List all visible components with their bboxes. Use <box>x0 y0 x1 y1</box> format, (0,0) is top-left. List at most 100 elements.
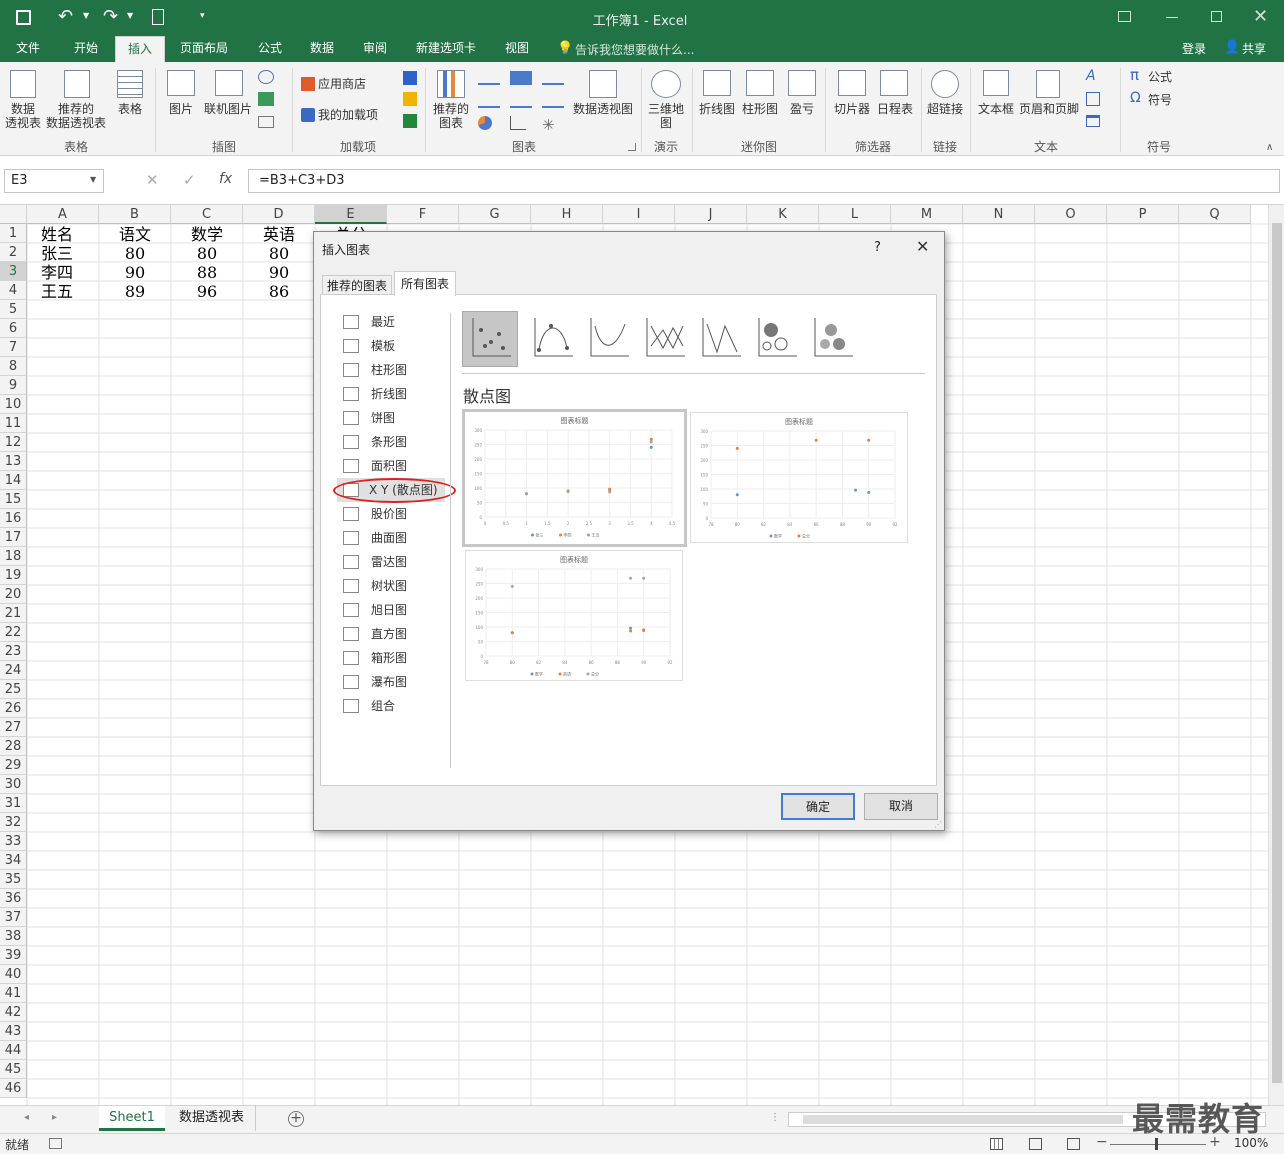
row-header[interactable]: 16 <box>0 509 27 528</box>
cell[interactable]: 李四 <box>21 263 93 282</box>
name-box[interactable]: E3 <box>4 169 104 193</box>
row-header[interactable]: 31 <box>0 794 27 813</box>
row-header[interactable]: 24 <box>0 661 27 680</box>
row-header[interactable]: 7 <box>0 338 27 357</box>
cell[interactable]: 88 <box>171 263 243 282</box>
cell[interactable]: 张三 <box>21 244 93 263</box>
row-header[interactable]: 28 <box>0 737 27 756</box>
cell[interactable]: 86 <box>243 282 315 301</box>
normal-view-icon[interactable] <box>990 1138 1003 1150</box>
smartart-icon[interactable] <box>258 92 274 106</box>
online-picture-button[interactable]: 联机图片 <box>200 102 256 116</box>
pivot-table-button[interactable]: 数据 透视表 <box>2 102 44 130</box>
row-header[interactable]: 45 <box>0 1060 27 1079</box>
chart-preview-2[interactable]: 图表标题 300 250 200 150 100 50 0 78 80 82 84 86 88 90 92 数学… <box>690 412 908 543</box>
tab-formulas[interactable]: 公式 <box>248 36 292 62</box>
row-header[interactable]: 5 <box>0 300 27 319</box>
tab-insert[interactable]: 插入 <box>115 36 165 62</box>
chart-category-item[interactable]: 树状图 <box>343 574 443 598</box>
row-header[interactable]: 26 <box>0 699 27 718</box>
tab-new-tab[interactable]: 新建选项卡 <box>408 36 484 62</box>
chart-category-item[interactable]: 模板 <box>343 334 443 358</box>
recommended-pivot-button[interactable]: 推荐的 数据透视表 <box>44 102 108 130</box>
maximize-icon[interactable] <box>1211 11 1222 22</box>
row-header[interactable]: 29 <box>0 756 27 775</box>
row-header[interactable]: 13 <box>0 452 27 471</box>
chart-category-item[interactable]: 箱形图 <box>343 646 443 670</box>
row-header[interactable]: 30 <box>0 775 27 794</box>
chart-category-item[interactable]: 折线图 <box>343 382 443 406</box>
column-header[interactable]: L <box>819 205 891 224</box>
recommended-charts-button[interactable]: 推荐的 图表 <box>430 102 472 130</box>
row-header[interactable]: 18 <box>0 547 27 566</box>
row-header[interactable]: 14 <box>0 471 27 490</box>
tab-recommended-charts[interactable]: 推荐的图表 <box>322 275 392 295</box>
my-addins-button[interactable]: 我的加载项 <box>318 108 388 122</box>
column-header[interactable]: C <box>171 205 243 224</box>
charts-dialog-launcher-icon[interactable] <box>628 143 636 151</box>
chart-category-item[interactable]: 股价图 <box>343 502 443 526</box>
row-header[interactable]: 23 <box>0 642 27 661</box>
scatter-markers-subtype[interactable] <box>462 311 518 367</box>
tab-all-charts[interactable]: 所有图表 <box>394 271 456 296</box>
timeline-button[interactable]: 日程表 <box>873 102 917 116</box>
column-header[interactable]: I <box>603 205 675 224</box>
column-header[interactable]: A <box>27 205 99 224</box>
waterfall-chart-icon[interactable] <box>542 71 564 85</box>
cell[interactable]: 80 <box>99 244 171 263</box>
scatter-chart-icon[interactable] <box>510 116 526 130</box>
people-graph-icon[interactable] <box>403 114 417 128</box>
cancel-button[interactable]: 取消 <box>864 793 938 820</box>
signature-line-icon[interactable] <box>1086 92 1100 106</box>
undo-dropdown-icon[interactable]: ▼ <box>83 11 89 20</box>
row-header[interactable]: 38 <box>0 927 27 946</box>
shapes-icon[interactable] <box>258 70 274 84</box>
chart-category-item[interactable]: 瀑布图 <box>343 670 443 694</box>
textbox-button[interactable]: 文本框 <box>974 102 1018 116</box>
hierarchy-chart-icon[interactable] <box>510 71 532 85</box>
column-header[interactable]: J <box>675 205 747 224</box>
chart-category-item[interactable]: 旭日图 <box>343 598 443 622</box>
chart-category-item[interactable]: 曲面图 <box>343 526 443 550</box>
row-header[interactable]: 11 <box>0 414 27 433</box>
row-header[interactable]: 44 <box>0 1041 27 1060</box>
row-header[interactable]: 42 <box>0 1003 27 1022</box>
chart-category-item[interactable]: 组合 <box>343 694 443 718</box>
chart-category-item[interactable]: 条形图 <box>343 430 443 454</box>
row-header[interactable]: 21 <box>0 604 27 623</box>
scatter-smooth-subtype[interactable] <box>580 311 636 367</box>
row-header[interactable]: 34 <box>0 851 27 870</box>
sheet-tab-pivot[interactable]: 数据透视表 <box>168 1106 256 1131</box>
bing-icon[interactable] <box>403 92 417 106</box>
cancel-icon[interactable]: ✕ <box>146 171 159 189</box>
column-header[interactable]: O <box>1035 205 1107 224</box>
row-header[interactable]: 9 <box>0 376 27 395</box>
collapse-ribbon-icon[interactable]: ∧ <box>1266 142 1273 153</box>
row-header[interactable]: 12 <box>0 433 27 452</box>
redo-dropdown-icon[interactable]: ▼ <box>127 11 133 20</box>
column-header[interactable]: Q <box>1179 205 1251 224</box>
tab-file[interactable]: 文件 <box>6 36 50 62</box>
cell[interactable]: 80 <box>243 244 315 263</box>
page-break-view-icon[interactable] <box>1067 1138 1080 1150</box>
sheet-scroll-left-icon[interactable]: ◂ <box>24 1112 29 1123</box>
minimize-icon[interactable] <box>1166 17 1178 18</box>
ok-button[interactable]: 确定 <box>781 793 855 820</box>
add-sheet-icon[interactable]: + <box>288 1111 304 1127</box>
cell[interactable]: 89 <box>99 282 171 301</box>
scatter-straight-subtype[interactable] <box>692 311 748 367</box>
row-header[interactable]: 17 <box>0 528 27 547</box>
sparkline-winloss-button[interactable]: 盈亏 <box>782 102 822 116</box>
close-window-icon[interactable]: ✕ <box>1253 6 1268 27</box>
bubble-subtype[interactable] <box>748 311 804 367</box>
h-scroll-thumb[interactable] <box>803 1115 1123 1124</box>
pie-chart-icon[interactable] <box>478 116 492 130</box>
chart-category-item[interactable]: 直方图 <box>343 622 443 646</box>
row-header[interactable]: 39 <box>0 946 27 965</box>
wordart-icon[interactable]: A <box>1086 68 1096 84</box>
stat-chart-icon[interactable] <box>510 94 532 108</box>
tab-page-layout[interactable]: 页面布局 <box>172 36 236 62</box>
table-button[interactable]: 表格 <box>110 102 150 116</box>
scatter-straight-markers-subtype[interactable] <box>636 311 692 367</box>
hyperlink-button[interactable]: 超链接 <box>924 102 966 116</box>
